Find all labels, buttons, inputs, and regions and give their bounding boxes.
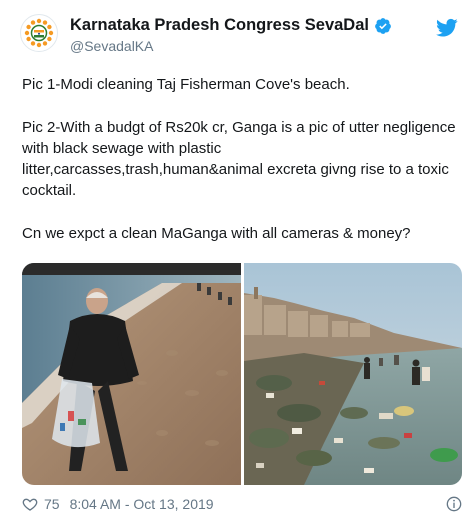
ganga-riverbank-photo[interactable]: [244, 263, 462, 485]
media-grid: [22, 263, 462, 485]
beach-cleanup-image: [22, 263, 241, 485]
tweet-paragraph: Cn we expct a clean MaGanga with all cam…: [22, 225, 411, 242]
tweet-text: Pic 1-Modi cleaning Taj Fisherman Cove's…: [22, 74, 462, 244]
sevadal-logo-icon: [22, 16, 56, 50]
avatar[interactable]: [20, 14, 58, 52]
timestamp[interactable]: 8:04 AM - Oct 13, 2019: [70, 496, 214, 512]
tweet-header: Karnataka Pradesh Congress SevaDal @Seva…: [20, 14, 460, 62]
display-name[interactable]: Karnataka Pradesh Congress SevaDal: [70, 16, 369, 35]
handle[interactable]: @SevadalKA: [70, 38, 153, 54]
twitter-bird-icon[interactable]: [436, 18, 458, 38]
tweet-footer: 75 8:04 AM - Oct 13, 2019: [22, 494, 462, 514]
heart-icon[interactable]: [22, 496, 38, 512]
name-row: Karnataka Pradesh Congress SevaDal: [70, 16, 392, 35]
tweet-paragraph: Pic 2-With a budgt of Rs20k cr, Ganga is…: [22, 119, 456, 199]
beach-cleanup-photo[interactable]: [22, 263, 241, 485]
verified-badge-icon: [375, 17, 391, 34]
tweet-card: Karnataka Pradesh Congress SevaDal @Seva…: [0, 0, 475, 518]
ganga-riverbank-image: [244, 263, 462, 485]
like-count[interactable]: 75: [44, 496, 60, 512]
tweet-paragraph: Pic 1-Modi cleaning Taj Fisherman Cove's…: [22, 76, 350, 93]
info-icon[interactable]: [446, 496, 462, 512]
